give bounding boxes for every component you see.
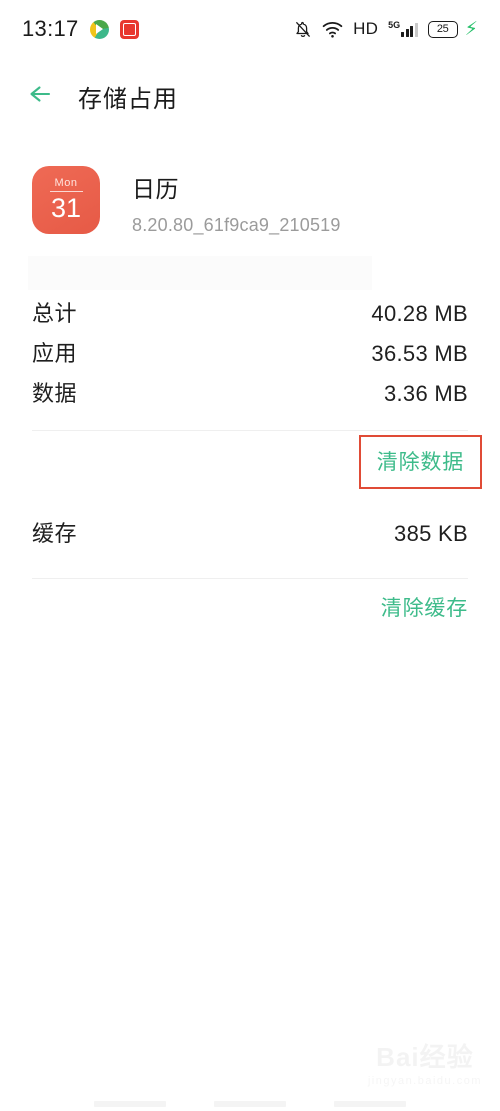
clear-data-row: 清除数据 <box>32 428 482 496</box>
annotation-box: 清除数据 <box>358 435 482 489</box>
battery-level-label: 25 <box>436 23 449 35</box>
stat-value-cache: 385 KB <box>394 521 468 546</box>
signal-bars-icon <box>401 22 418 37</box>
system-navigation-bar <box>0 1097 500 1111</box>
status-time: 13:17 <box>22 16 79 41</box>
calendar-icon-day: 31 <box>50 193 82 223</box>
calendar-icon-weekday: Mon <box>54 177 78 189</box>
clear-data-button[interactable]: 清除数据 <box>377 446 464 476</box>
stat-value-app: 36.53 MB <box>371 341 468 366</box>
watermark: Bai经验 jingyan.baidu.com <box>368 1037 482 1087</box>
app-header: Mon 31 日历 8.20.80_61f9ca9_210519 <box>32 166 468 236</box>
phone-screen: 13:17 HD 5G 25 ⚡ 存储占用 Mon 31 日历 8.20.80_… <box>0 0 500 1111</box>
table-row: 缓存 385 KB <box>32 516 468 556</box>
red-app-icon <box>119 19 139 39</box>
app-name: 日历 <box>132 176 179 202</box>
storage-stats-list: 总计 40.28 MB 应用 36.53 MB 数据 3.36 MB <box>32 296 468 431</box>
table-row: 应用 36.53 MB <box>32 336 468 376</box>
status-bar-left: 13:17 <box>22 16 139 42</box>
stat-value-data: 3.36 MB <box>383 381 468 406</box>
signal-5g-icon: 5G <box>388 21 418 37</box>
hd-icon: HD <box>353 19 379 38</box>
nav-back-hint[interactable] <box>94 1101 166 1107</box>
nav-home-hint[interactable] <box>214 1101 286 1107</box>
stat-label-total: 总计 <box>32 301 78 326</box>
stat-label-app: 应用 <box>32 341 78 366</box>
nav-recents-hint[interactable] <box>334 1101 406 1107</box>
app-meta: 日历 8.20.80_61f9ca9_210519 <box>132 166 341 236</box>
watermark-title: Bai经验 <box>376 1042 474 1072</box>
charging-bolt-icon: ⚡ <box>464 18 478 40</box>
calendar-app-icon: Mon 31 <box>32 166 100 234</box>
back-button[interactable] <box>14 68 70 124</box>
bell-off-icon <box>294 20 312 39</box>
stat-label-cache: 缓存 <box>32 521 78 546</box>
watermark-url: jingyan.baidu.com <box>367 1075 482 1087</box>
status-bar: 13:17 HD 5G 25 ⚡ <box>0 0 500 58</box>
table-row: 总计 40.28 MB <box>32 296 468 336</box>
arrow-left-icon <box>27 82 57 111</box>
clear-cache-button[interactable]: 清除缓存 <box>381 592 468 622</box>
page-header: 存储占用 <box>0 68 500 124</box>
page-title: 存储占用 <box>78 85 178 113</box>
clear-cache-row: 清除缓存 <box>32 592 468 622</box>
divider <box>32 578 468 579</box>
wifi-icon <box>322 21 343 38</box>
app-version: 8.20.80_61f9ca9_210519 <box>132 215 341 235</box>
status-bar-right: HD 5G 25 ⚡ <box>294 19 478 39</box>
background-artifact <box>28 256 372 290</box>
media-play-icon <box>89 19 109 39</box>
stat-label-data: 数据 <box>32 381 78 406</box>
battery-icon: 25 <box>427 20 458 38</box>
cache-section: 缓存 385 KB <box>32 516 468 579</box>
network-type-label: 5G <box>388 20 401 30</box>
stat-value-total: 40.28 MB <box>371 301 468 326</box>
table-row: 数据 3.36 MB <box>32 376 468 416</box>
